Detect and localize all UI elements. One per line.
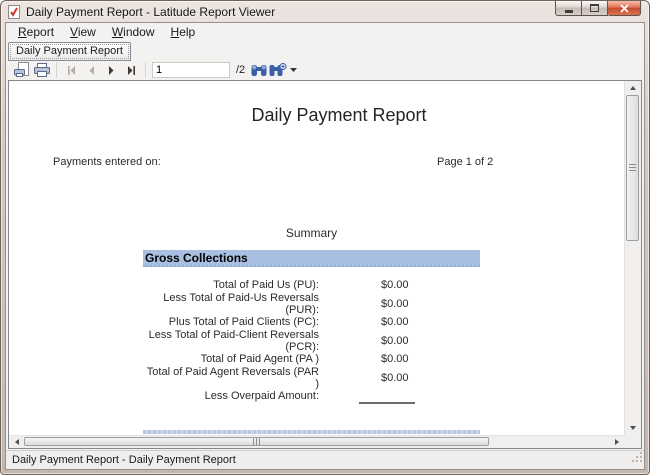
gross-collections-band: Gross Collections	[143, 250, 480, 267]
app-window: Daily Payment Report - Latitude Report V…	[0, 0, 650, 475]
close-button[interactable]	[608, 1, 641, 16]
menu-window[interactable]: Window	[104, 24, 163, 41]
find-button[interactable]	[249, 61, 269, 80]
arrow-up-icon	[630, 86, 636, 90]
page-number-input[interactable]	[152, 62, 230, 78]
payment-row: Total of Paid Agent Reversals (PAR ) $0.…	[143, 369, 483, 388]
minimize-button[interactable]	[555, 1, 582, 16]
print-preview-button[interactable]	[12, 61, 32, 80]
thumb-grip-icon	[253, 438, 261, 445]
tab-daily-payment-report[interactable]: Daily Payment Report	[8, 42, 131, 61]
resize-grip-icon[interactable]	[631, 450, 643, 468]
print-button[interactable]	[32, 61, 52, 80]
row-value: $0.00	[381, 335, 451, 347]
amount-underline	[359, 402, 415, 404]
previous-page-button[interactable]	[81, 61, 101, 80]
page-total-label: /2	[236, 64, 245, 76]
find-next-button[interactable]	[269, 61, 297, 80]
status-bar: Daily Payment Report - Daily Payment Rep…	[6, 450, 644, 469]
window-title: Daily Payment Report - Latitude Report V…	[26, 5, 275, 19]
menu-help[interactable]: Help	[163, 24, 204, 41]
menu-report[interactable]: Report	[10, 24, 62, 41]
row-label: Plus Total of Paid Clients (PC):	[143, 316, 319, 328]
arrow-down-icon	[630, 426, 636, 430]
scroll-down-button[interactable]	[625, 421, 641, 435]
row-value: $0.00	[381, 279, 451, 291]
scroll-right-button[interactable]	[609, 436, 624, 448]
row-value: $0.00	[381, 353, 451, 365]
payments-entered-label: Payments entered on:	[53, 156, 161, 168]
payment-row: Less Total of Paid-Us Reversals (PUR): $…	[143, 295, 483, 314]
previous-page-icon	[86, 65, 97, 76]
find-next-icon	[269, 63, 287, 77]
arrow-left-icon	[15, 439, 19, 445]
menu-bar: Report View Window Help	[6, 23, 644, 41]
row-label: Total of Paid Us (PU):	[143, 279, 319, 291]
status-text: Daily Payment Report - Daily Payment Rep…	[12, 454, 236, 466]
thumb-grip-icon	[629, 164, 636, 172]
find-icon	[251, 64, 267, 77]
print-preview-icon	[13, 62, 31, 78]
report-title: Daily Payment Report	[139, 105, 539, 126]
row-value: $0.00	[381, 372, 451, 384]
summary-rows: Total of Paid Us (PU): $0.00 Less Total …	[143, 276, 483, 406]
payment-row: Less Total of Paid-Client Reversals (PCR…	[143, 332, 483, 351]
first-page-button[interactable]	[61, 61, 81, 80]
menu-view[interactable]: View	[62, 24, 104, 41]
report-viewer: Daily Payment Report Payments entered on…	[8, 80, 642, 449]
toolbar-separator	[145, 62, 146, 78]
scrollbar-corner	[624, 435, 641, 448]
row-label: Total of Paid Agent Reversals (PAR )	[143, 366, 319, 390]
row-label: Less Total of Paid-Client Reversals (PCR…	[143, 329, 319, 353]
dropdown-caret-icon[interactable]	[290, 68, 297, 72]
row-value: $0.00	[381, 298, 451, 310]
vertical-scrollbar[interactable]	[624, 81, 641, 435]
payment-row: Less Overpaid Amount:	[143, 387, 483, 406]
summary-heading: Summary	[139, 226, 484, 240]
next-section-band-partial	[143, 430, 480, 434]
row-label: Total of Paid Agent (PA )	[143, 353, 319, 365]
arrow-right-icon	[615, 439, 619, 445]
title-bar[interactable]: Daily Payment Report - Latitude Report V…	[1, 1, 649, 22]
next-page-icon	[106, 65, 117, 76]
report-document-check-icon	[7, 5, 21, 19]
print-icon	[33, 63, 51, 78]
tab-strip: Daily Payment Report	[6, 41, 644, 59]
toolbar-separator	[56, 62, 57, 78]
vertical-scroll-thumb[interactable]	[626, 95, 639, 241]
horizontal-scroll-thumb[interactable]	[24, 437, 489, 446]
last-page-icon	[126, 65, 137, 76]
toolbar: /2	[6, 59, 644, 81]
next-page-button[interactable]	[101, 61, 121, 80]
row-value: $0.00	[381, 316, 451, 328]
scroll-up-button[interactable]	[625, 81, 641, 95]
row-label: Less Overpaid Amount:	[143, 390, 319, 402]
scroll-left-button[interactable]	[9, 436, 24, 448]
maximize-button[interactable]	[582, 1, 608, 16]
report-page: Daily Payment Report Payments entered on…	[9, 81, 624, 435]
close-icon	[620, 4, 629, 13]
horizontal-scrollbar[interactable]	[9, 435, 624, 448]
row-label: Less Total of Paid-Us Reversals (PUR):	[143, 292, 319, 316]
minimize-icon	[565, 10, 573, 13]
first-page-icon	[66, 65, 77, 76]
page-indicator: Page 1 of 2	[437, 156, 493, 168]
last-page-button[interactable]	[121, 61, 141, 80]
maximize-icon	[590, 4, 599, 12]
client-area: Report View Window Help Daily Payment Re…	[5, 22, 645, 470]
